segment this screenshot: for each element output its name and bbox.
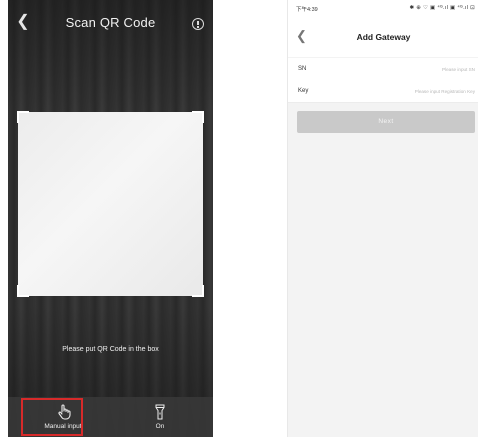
registration-key-input[interactable] bbox=[345, 86, 475, 96]
nav-bar: ❮ Add Gateway bbox=[288, 17, 478, 57]
qr-scan-frame bbox=[17, 111, 204, 297]
status-icons: ✱ ⊕ ♡ ▣ ⁴ᴳ.ıl ▣ ⁴ᴳ.ıl ⊡ bbox=[409, 5, 475, 11]
flashlight-label: On bbox=[155, 423, 165, 430]
manual-input-highlight bbox=[21, 398, 83, 436]
scan-qr-screen: ❮ Scan QR Code Please put QR Code in the… bbox=[8, 0, 213, 437]
key-field-row: Key bbox=[288, 80, 478, 103]
scan-header: ❮ Scan QR Code bbox=[8, 0, 213, 48]
flashlight-toggle-button[interactable]: On bbox=[125, 397, 195, 437]
key-label: Key bbox=[298, 88, 309, 94]
sn-input[interactable] bbox=[345, 64, 475, 74]
info-icon[interactable] bbox=[192, 18, 204, 30]
page-title: Add Gateway bbox=[356, 32, 411, 42]
sn-label: SN bbox=[298, 66, 307, 72]
page-title: Scan QR Code bbox=[65, 15, 156, 30]
frame-corner-top-left bbox=[17, 111, 29, 123]
status-bar: 下午4:39 ✱ ⊕ ♡ ▣ ⁴ᴳ.ıl ▣ ⁴ᴳ.ıl ⊡ bbox=[288, 0, 478, 17]
status-time: 下午4:39 bbox=[296, 7, 318, 13]
sn-field-row: SN bbox=[288, 58, 478, 81]
frame-corner-bottom-left bbox=[17, 285, 29, 297]
frame-corner-top-right bbox=[192, 111, 204, 123]
flashlight-icon bbox=[155, 404, 165, 420]
frame-corner-bottom-right bbox=[192, 285, 204, 297]
next-button[interactable]: Next bbox=[297, 111, 475, 133]
add-gateway-screen: 下午4:39 ✱ ⊕ ♡ ▣ ⁴ᴳ.ıl ▣ ⁴ᴳ.ıl ⊡ ❮ Add Gat… bbox=[287, 0, 478, 437]
scan-hint: Please put QR Code in the box bbox=[62, 346, 159, 353]
